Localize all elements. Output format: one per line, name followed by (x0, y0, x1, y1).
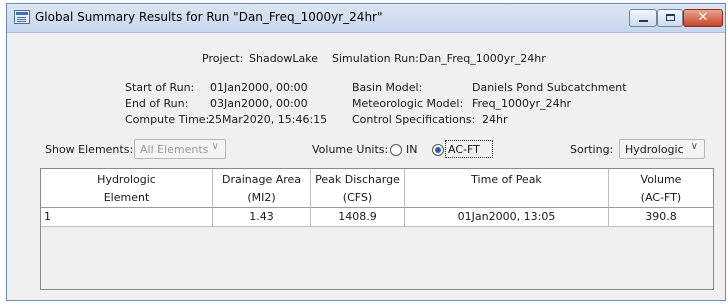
sorting-select[interactable]: Hydrologic ∨ (619, 139, 705, 159)
project-value: ShadowLake (249, 52, 319, 65)
compute-time-value: 25Mar2020, 15:46:15 (208, 113, 328, 126)
close-icon: ✕ (697, 10, 709, 25)
end-of-run-value: 03Jan2000, 00:00 (210, 97, 308, 110)
project-label: Project: (202, 52, 244, 65)
app-icon (14, 10, 30, 24)
end-of-run-label: End of Run: (125, 97, 189, 110)
basin-model-label: Basin Model: (352, 81, 423, 94)
cell-time-of-peak[interactable]: 01Jan2000, 13:05 (405, 208, 609, 227)
meteorologic-model-value: Freq_1000yr_24hr (472, 97, 572, 110)
column-header-time-of-peak[interactable]: Time of Peak (405, 169, 609, 208)
control-specifications-label: Control Specifications: (352, 113, 476, 126)
cell-drainage-area[interactable]: 1.43 (213, 208, 311, 227)
start-of-run-label: Start of Run: (125, 81, 195, 94)
unit-in-label[interactable]: IN (406, 143, 417, 156)
close-button[interactable]: ✕ (683, 9, 723, 27)
show-elements-value: All Elements (140, 143, 209, 156)
compute-time-label: Compute Time: (125, 113, 210, 126)
show-elements-label: Show Elements: (45, 143, 134, 156)
chevron-down-icon: ∨ (211, 141, 219, 152)
basin-model-value: Daniels Pond Subcatchment (472, 81, 627, 94)
sorting-label: Sorting: (570, 143, 614, 156)
maximize-icon (666, 14, 675, 21)
meteorologic-model-label: Meteorologic Model: (352, 97, 464, 110)
column-header-element[interactable]: Hydrologic Element (41, 169, 213, 208)
unit-acft-radio[interactable] (432, 144, 444, 156)
sorting-value: Hydrologic (625, 143, 684, 156)
title-bar[interactable]: Global Summary Results for Run "Dan_Freq… (7, 4, 725, 33)
maximize-button[interactable] (657, 9, 683, 27)
column-header-drainage-area[interactable]: Drainage Area (MI2) (213, 169, 311, 208)
global-summary-window: Global Summary Results for Run "Dan_Freq… (6, 3, 726, 301)
chevron-down-icon: ∨ (690, 141, 698, 152)
minimize-button[interactable] (629, 9, 657, 27)
window-title: Global Summary Results for Run "Dan_Freq… (35, 10, 383, 24)
column-header-volume[interactable]: Volume (AC-FT) (609, 169, 713, 208)
control-specifications-value: 24hr (482, 113, 508, 126)
show-elements-select[interactable]: All Elements ∨ (134, 139, 226, 159)
volume-units-label: Volume Units: (312, 143, 389, 156)
simulation-run-label: Simulation Run: (332, 52, 419, 65)
start-of-run-value: 01Jan2000, 00:00 (210, 81, 308, 94)
cell-element[interactable]: 1 (41, 208, 213, 227)
results-table: Hydrologic Element Drainage Area (MI2) P… (40, 168, 714, 290)
cell-volume[interactable]: 390.8 (609, 208, 713, 227)
cell-peak-discharge[interactable]: 1408.9 (311, 208, 405, 227)
minimize-icon (639, 20, 648, 22)
column-header-peak-discharge[interactable]: Peak Discharge (CFS) (311, 169, 405, 208)
simulation-run-value: Dan_Freq_1000yr_24hr (419, 52, 546, 65)
unit-in-radio[interactable] (390, 144, 402, 156)
unit-acft-label[interactable]: AC-FT (448, 143, 480, 156)
